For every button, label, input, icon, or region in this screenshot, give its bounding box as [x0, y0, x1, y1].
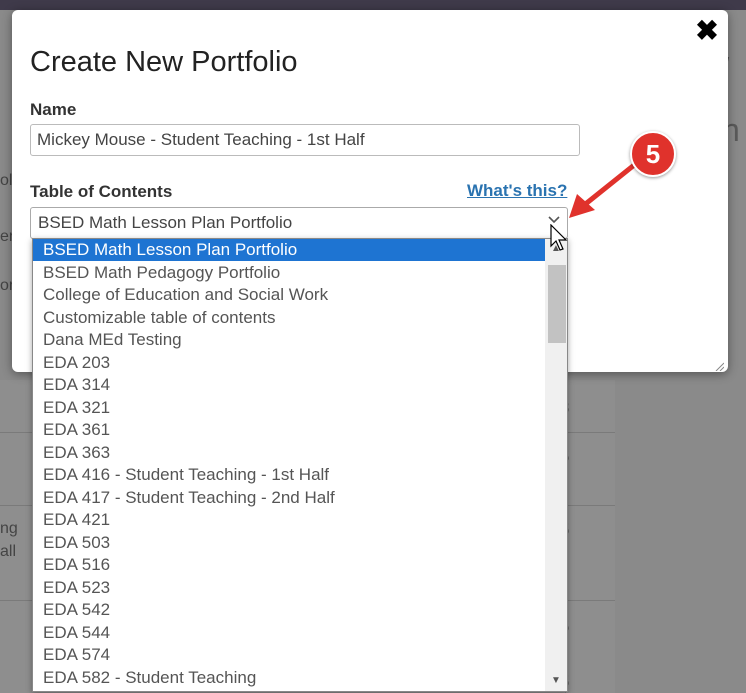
resize-grip-icon[interactable] [714, 358, 725, 372]
background-table-column [565, 380, 616, 693]
scroll-down-icon[interactable]: ▼ [545, 673, 567, 689]
dropdown-option[interactable]: EDA 417 - Student Teaching - 2nd Half [33, 487, 553, 509]
modal-title: Create New Portfolio [30, 46, 298, 78]
name-input[interactable] [30, 124, 580, 156]
dropdown-option[interactable]: College of Education and Social Work [33, 284, 553, 306]
dropdown-option[interactable]: EDA 321 [33, 397, 553, 419]
dropdown-option[interactable]: EDA 361 [33, 419, 553, 441]
dropdown-option[interactable]: BSED Math Lesson Plan Portfolio [33, 239, 553, 261]
dropdown-option[interactable]: EDA 523 [33, 577, 553, 599]
background-text: ng [0, 520, 18, 537]
dropdown-option[interactable]: Customizable table of contents [33, 307, 553, 329]
dropdown-option[interactable]: EDA 542 [33, 599, 553, 621]
mouse-cursor-icon [550, 224, 568, 251]
background-topbar [0, 0, 746, 10]
name-label: Name [30, 100, 77, 119]
dropdown-option[interactable]: EDA 416 - Student Teaching - 1st Half [33, 464, 553, 486]
dropdown-option[interactable]: EDA 544 [33, 622, 553, 644]
dropdown-option[interactable]: EDA 574 [33, 644, 553, 666]
whats-this-link[interactable]: What's this? [467, 181, 567, 201]
dropdown-option[interactable]: EDA 363 [33, 442, 553, 464]
toc-label: Table of Contents [30, 182, 173, 201]
close-icon[interactable]: ✖ [694, 17, 720, 45]
background-text: all [0, 543, 17, 560]
dropdown-option[interactable]: EDA 421 [33, 509, 553, 531]
dropdown-option[interactable]: EDA 203 [33, 352, 553, 374]
dropdown-option[interactable]: EDA 582 - Student Teaching [33, 667, 553, 689]
dropdown-scrollbar[interactable]: ▲ ▼ [545, 239, 567, 691]
dropdown-option[interactable]: EDA 314 [33, 374, 553, 396]
toc-dropdown-list: BSED Math Lesson Plan Portfolio BSED Mat… [32, 238, 568, 692]
dropdown-option[interactable]: BSED Math Pedagogy Portfolio [33, 262, 553, 284]
dropdown-option[interactable]: Dana MEd Testing [33, 329, 553, 351]
scroll-thumb[interactable] [548, 265, 566, 343]
dropdown-option[interactable]: EDA 516 [33, 554, 553, 576]
toc-select[interactable]: BSED Math Lesson Plan Portfolio [30, 207, 568, 239]
toc-select-value: BSED Math Lesson Plan Portfolio [38, 213, 293, 232]
dropdown-option[interactable]: EDA 503 [33, 532, 553, 554]
step-badge: 5 [630, 131, 676, 177]
